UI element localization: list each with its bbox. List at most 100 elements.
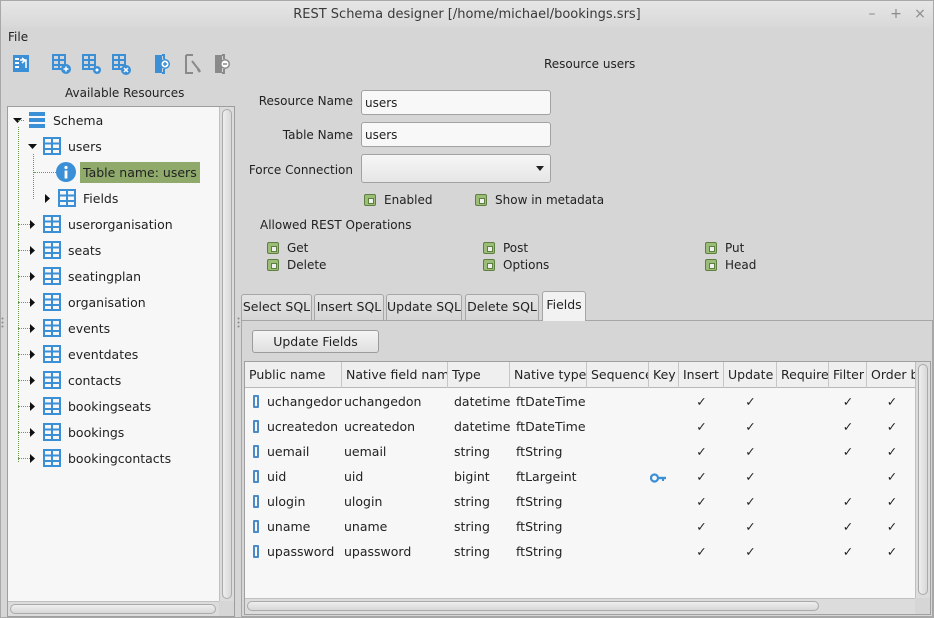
resource-tree[interactable]: Schema users Table name: users Fields useror… (7, 106, 235, 617)
add-table-button[interactable] (50, 51, 74, 77)
edit-resource-button[interactable] (181, 51, 205, 77)
cell-sequence[interactable] (587, 539, 649, 564)
grid-vscroll-thumb[interactable] (918, 364, 928, 595)
tree-node-bookingcontacts[interactable]: bookingcontacts (8, 447, 213, 469)
cell-type[interactable]: string (448, 489, 510, 514)
cell-native[interactable]: uid (342, 464, 448, 489)
cell-key[interactable] (649, 464, 679, 489)
expand-arrow-icon[interactable] (28, 246, 37, 255)
cell-order-by[interactable]: ✓ (867, 389, 917, 414)
cell-sequence[interactable] (587, 439, 649, 464)
op-head-checkbox[interactable]: Head (705, 258, 756, 272)
update-fields-button[interactable]: Update Fields (252, 330, 379, 353)
table-row[interactable]: uchangedon uchangedon datetime ftDateTime ✓ ✓… (245, 389, 917, 414)
expand-arrow-icon[interactable] (43, 194, 52, 203)
cell-public-name[interactable]: uname (245, 514, 342, 539)
tree-node-userorganisation[interactable]: userorganisation (8, 213, 213, 235)
cell-require[interactable] (777, 464, 829, 489)
cell-sequence[interactable] (587, 514, 649, 539)
cell-public-name[interactable]: uemail (245, 439, 342, 464)
grid-horizontal-scrollbar[interactable] (245, 598, 916, 614)
cell-type[interactable]: datetime (448, 389, 510, 414)
tab-delete-sql[interactable]: Delete SQL (465, 294, 539, 320)
cell-insert[interactable]: ✓ (679, 439, 724, 464)
cell-public-name[interactable]: ulogin (245, 489, 342, 514)
cell-type[interactable]: string (448, 514, 510, 539)
tree-node-schema[interactable]: Schema (8, 109, 208, 131)
cell-order-by[interactable]: ✓ (867, 539, 917, 564)
expand-arrow-icon[interactable] (28, 272, 37, 281)
cell-insert[interactable]: ✓ (679, 539, 724, 564)
remove-resource-button[interactable] (211, 51, 235, 77)
expand-arrow-icon[interactable] (28, 376, 37, 385)
cell-key[interactable] (649, 414, 679, 439)
cell-update[interactable]: ✓ (724, 464, 777, 489)
tree-node-bookings[interactable]: bookings (8, 421, 213, 443)
tree-horizontal-scrollbar[interactable] (8, 601, 219, 616)
cell-insert[interactable]: ✓ (679, 489, 724, 514)
cell-sequence[interactable] (587, 464, 649, 489)
cell-order-by[interactable]: ✓ (867, 414, 917, 439)
cell-native-type[interactable]: ftDateTime (510, 389, 587, 414)
column-header[interactable]: Update (724, 362, 777, 388)
cell-public-name[interactable]: uid (245, 464, 342, 489)
cell-update[interactable]: ✓ (724, 539, 777, 564)
cell-order-by[interactable]: ✓ (867, 464, 917, 489)
cell-filter[interactable]: ✓ (829, 489, 867, 514)
import-button[interactable] (9, 51, 33, 77)
cell-native[interactable]: ulogin (342, 489, 448, 514)
cell-update[interactable]: ✓ (724, 489, 777, 514)
cell-native[interactable]: uchangedon (342, 389, 448, 414)
cell-native[interactable]: ucreatedon (342, 414, 448, 439)
cell-native-type[interactable]: ftString (510, 539, 587, 564)
cell-public-name[interactable]: ucreatedon (245, 414, 342, 439)
cell-insert[interactable]: ✓ (679, 389, 724, 414)
cell-sequence[interactable] (587, 489, 649, 514)
cell-sequence[interactable] (587, 414, 649, 439)
column-header[interactable]: Sequence (587, 362, 649, 388)
cell-type[interactable]: string (448, 539, 510, 564)
cell-filter[interactable]: ✓ (829, 414, 867, 439)
cell-update[interactable]: ✓ (724, 414, 777, 439)
tree-node-bookingseats[interactable]: bookingseats (8, 395, 213, 417)
expand-arrow-icon[interactable] (28, 350, 37, 359)
cell-insert[interactable]: ✓ (679, 464, 724, 489)
splitter-handle-left[interactable] (1, 317, 4, 329)
cell-order-by[interactable]: ✓ (867, 514, 917, 539)
cell-require[interactable] (777, 514, 829, 539)
cell-native-type[interactable]: ftString (510, 439, 587, 464)
column-header[interactable]: Key (649, 362, 679, 388)
fields-grid[interactable]: Public name Native field name Type Native t… (244, 361, 931, 615)
cell-key[interactable] (649, 489, 679, 514)
delete-table-button[interactable] (110, 51, 134, 77)
table-name-input[interactable] (361, 122, 551, 147)
cell-filter[interactable]: ✓ (829, 439, 867, 464)
tree-hscroll-thumb[interactable] (10, 604, 216, 614)
enabled-checkbox[interactable]: Enabled (364, 193, 433, 207)
cell-public-name[interactable]: upassword (245, 539, 342, 564)
cell-key[interactable] (649, 439, 679, 464)
cell-require[interactable] (777, 414, 829, 439)
tree-node-contacts[interactable]: contacts (8, 369, 213, 391)
splitter-handle[interactable] (237, 317, 240, 329)
column-header[interactable]: Require (777, 362, 829, 388)
table-row[interactable]: ucreatedon ucreatedon datetime ftDateTime ✓ ✓… (245, 414, 917, 439)
show-in-metadata-checkbox[interactable]: Show in metadata (475, 193, 604, 207)
cell-require[interactable] (777, 539, 829, 564)
cell-update[interactable]: ✓ (724, 389, 777, 414)
minimize-button[interactable]: – (865, 1, 879, 28)
cell-filter[interactable]: ✓ (829, 539, 867, 564)
cell-update[interactable]: ✓ (724, 439, 777, 464)
table-settings-button[interactable] (80, 51, 104, 77)
column-header[interactable]: Native field name (342, 362, 448, 388)
expand-arrow-icon[interactable] (28, 454, 37, 463)
cell-filter[interactable]: ✓ (829, 514, 867, 539)
expand-arrow-icon[interactable] (28, 220, 37, 229)
expand-arrow-icon[interactable] (28, 402, 37, 411)
cell-filter[interactable] (829, 464, 867, 489)
cell-type[interactable]: bigint (448, 464, 510, 489)
resource-name-input[interactable] (361, 90, 551, 115)
cell-order-by[interactable]: ✓ (867, 489, 917, 514)
cell-sequence[interactable] (587, 389, 649, 414)
table-row[interactable]: uemail uemail string ftString ✓ ✓ ✓ ✓ (245, 439, 917, 464)
